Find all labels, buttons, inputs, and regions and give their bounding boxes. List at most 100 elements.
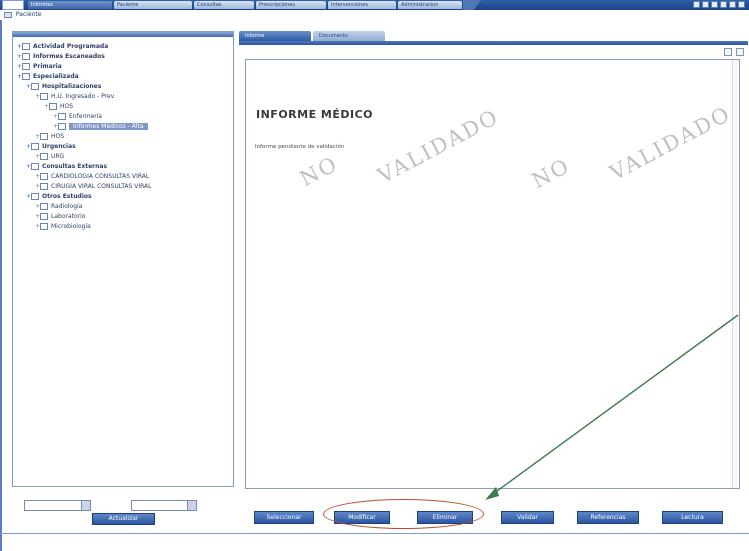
document-tree: + Actividad Programada + Informes Escaneado… — [17, 42, 152, 232]
tree-node-label: Especializada — [33, 73, 79, 80]
edit-icon[interactable] — [724, 48, 732, 56]
tree-node[interactable]: + Hospitalizaciones — [17, 82, 152, 92]
tree-node[interactable]: + Enfermería — [17, 112, 152, 122]
tree-node[interactable]: + URG — [17, 152, 152, 162]
seleccionar-button[interactable]: Seleccionar — [254, 511, 314, 524]
report-header-bar — [239, 41, 748, 45]
date-from-field[interactable] — [24, 500, 91, 511]
toolbar-icons — [693, 1, 745, 9]
folder-icon — [22, 43, 30, 50]
tree-node[interactable]: + Radiología — [17, 202, 152, 212]
print-icon[interactable] — [736, 48, 744, 56]
left-border — [0, 20, 2, 551]
report-panel: Informe Documento INFORME MÉDICO Informe… — [239, 31, 748, 493]
referencias-button[interactable]: Referencias — [577, 511, 639, 524]
document-scrollbar[interactable] — [732, 60, 739, 488]
tree-panel-header — [13, 32, 233, 37]
watermark-no-1: NO — [296, 151, 343, 192]
calendar-icon[interactable] — [81, 501, 90, 510]
top-tab-1[interactable]: Informes — [28, 1, 112, 9]
tree-node-label: HOS — [60, 103, 74, 110]
window-icon[interactable] — [720, 1, 727, 8]
tree-node-label: Laboratorio — [51, 213, 86, 220]
document-tree-panel: + Actividad Programada + Informes Escaneado… — [12, 31, 234, 487]
folder-icon — [22, 53, 30, 60]
tree-node[interactable]: + HOS — [17, 102, 152, 112]
bottom-divider — [0, 533, 749, 534]
report-tabs: Informe Documento — [239, 31, 387, 41]
tree-node-label: Otros Estudios — [42, 193, 92, 200]
tree-node[interactable]: + H.U. Ingresado - Prev — [17, 92, 152, 102]
folder-icon — [49, 103, 57, 110]
calendar-icon[interactable] — [187, 501, 196, 510]
print-icon[interactable] — [693, 1, 700, 8]
tree-node[interactable]: + HOS — [17, 132, 152, 142]
app-window: Informes Paciente Consultas Prescripcion… — [0, 0, 749, 551]
watermark-validado-2: VALIDADO — [606, 101, 735, 186]
actualizar-button[interactable]: Actualizar — [92, 513, 155, 525]
top-tab-3[interactable]: Consultas — [194, 1, 254, 9]
tab-documento[interactable]: Documento — [313, 31, 385, 41]
report-title: INFORME MÉDICO — [256, 108, 374, 121]
help-icon[interactable] — [711, 1, 718, 8]
folder-icon — [40, 153, 48, 160]
tree-node-label: Actividad Programada — [33, 43, 109, 50]
tree-node[interactable]: + Microbiología — [17, 222, 152, 232]
tab-tail — [463, 0, 481, 10]
modificar-button[interactable]: Modificar — [334, 511, 390, 524]
eliminar-button[interactable]: Eliminar — [417, 511, 473, 524]
tree-node[interactable]: + Primaria — [17, 62, 152, 72]
folder-icon — [31, 193, 39, 200]
folder-icon — [40, 213, 48, 220]
close-icon[interactable] — [738, 1, 745, 8]
folder-icon — [40, 93, 48, 100]
pending-validation-text: Informe pendiente de validación — [255, 144, 345, 150]
top-tab-6[interactable]: Administracion — [398, 1, 462, 9]
lectura-button[interactable]: Lectura — [662, 511, 723, 524]
folder-icon — [58, 113, 66, 120]
tree-node-label: Urgencias — [42, 143, 76, 150]
folder-icon — [31, 83, 39, 90]
tree-node[interactable]: + Especializada — [17, 72, 152, 82]
tree-node[interactable]: + Informes Escaneados — [17, 52, 152, 62]
tab-informe[interactable]: Informe — [239, 31, 311, 41]
folder-icon — [31, 163, 39, 170]
tree-node-label: HOS — [51, 133, 65, 140]
tree-node-label: CIRUGIA VIRAL CONSULTAS VIRAL — [51, 183, 152, 190]
tree-node-label: Informes Escaneados — [33, 53, 105, 60]
app-logo — [2, 0, 24, 10]
report-document: INFORME MÉDICO Informe pendiente de vali… — [245, 59, 740, 489]
tree-node-label: Enfermería — [69, 113, 103, 120]
top-tab-2[interactable]: Paciente — [114, 1, 192, 9]
patient-icon — [4, 11, 12, 18]
tree-node-label: Informes Médicos - Alta — [69, 123, 148, 130]
settings-icon[interactable] — [729, 1, 736, 8]
folder-icon — [40, 133, 48, 140]
folder-icon — [22, 63, 30, 70]
tree-node[interactable]: + Actividad Programada — [17, 42, 152, 52]
top-tab-5[interactable]: Intervenciones — [328, 1, 396, 9]
tree-node-label: CARDIOLOGIA CONSULTAS VIRAL — [51, 173, 150, 180]
validar-button[interactable]: Validar — [501, 511, 554, 524]
folder-icon — [58, 123, 66, 130]
top-tab-4[interactable]: Prescripciones — [256, 1, 326, 9]
watermark-validado-1: VALIDADO — [374, 104, 503, 189]
date-to-field[interactable] — [131, 500, 197, 511]
tree-node[interactable]: + Consultas Externas — [17, 162, 152, 172]
watermark-no-2: NO — [528, 153, 575, 194]
tree-node-label: Consultas Externas — [42, 163, 108, 170]
tree-node[interactable]: + CARDIOLOGIA CONSULTAS VIRAL — [17, 172, 152, 182]
tree-node[interactable]: + Urgencias — [17, 142, 152, 152]
tree-node[interactable]: + Otros Estudios — [17, 192, 152, 202]
folder-icon — [40, 203, 48, 210]
tree-node-label: H.U. Ingresado - Prev — [51, 93, 115, 100]
tree-node[interactable]: + Informes Médicos - Alta — [17, 122, 152, 132]
tree-node-label: Hospitalizaciones — [42, 83, 102, 90]
save-icon[interactable] — [702, 1, 709, 8]
folder-icon — [40, 223, 48, 230]
report-tools — [724, 48, 744, 56]
patient-label: Paciente — [15, 11, 42, 18]
tree-node[interactable]: + CIRUGIA VIRAL CONSULTAS VIRAL — [17, 182, 152, 192]
tree-node[interactable]: + Laboratorio — [17, 212, 152, 222]
tree-node-label: Microbiología — [51, 223, 91, 230]
